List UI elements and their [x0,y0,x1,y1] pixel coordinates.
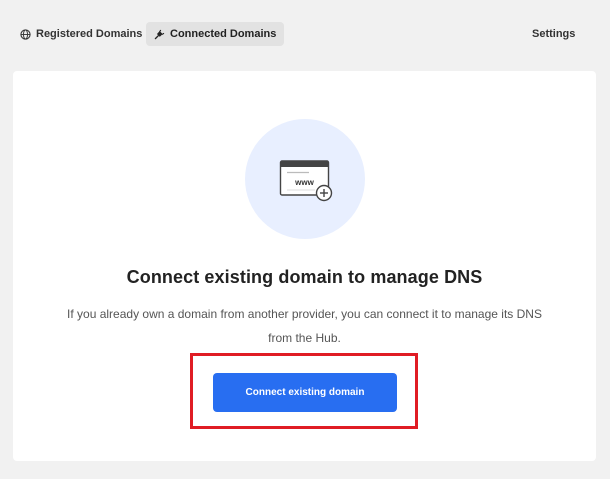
tab-registered-domains-label: Registered Domains [36,28,143,40]
empty-state-title: Connect existing domain to manage DNS [126,267,483,287]
plug-icon [154,29,165,40]
tab-connected-domains-label: Connected Domains [170,28,277,40]
www-browser-icon: www [279,160,333,202]
connect-existing-domain-button[interactable]: Connect existing domain [213,373,397,412]
empty-state-description: If you already own a domain from another… [67,307,542,345]
tab-registered-domains[interactable]: Registered Domains [14,22,148,46]
tab-connected-domains[interactable]: Connected Domains [146,22,285,46]
top-navigation: Registered Domains Connected Domains Set… [0,0,610,68]
settings-link[interactable]: Settings [526,22,581,46]
connected-domains-empty-state-card: www Connect existing domain to manage DN… [13,71,596,461]
illustration-www-text: www [294,178,314,187]
globe-icon [20,28,31,40]
illustration-circle: www [245,119,365,239]
